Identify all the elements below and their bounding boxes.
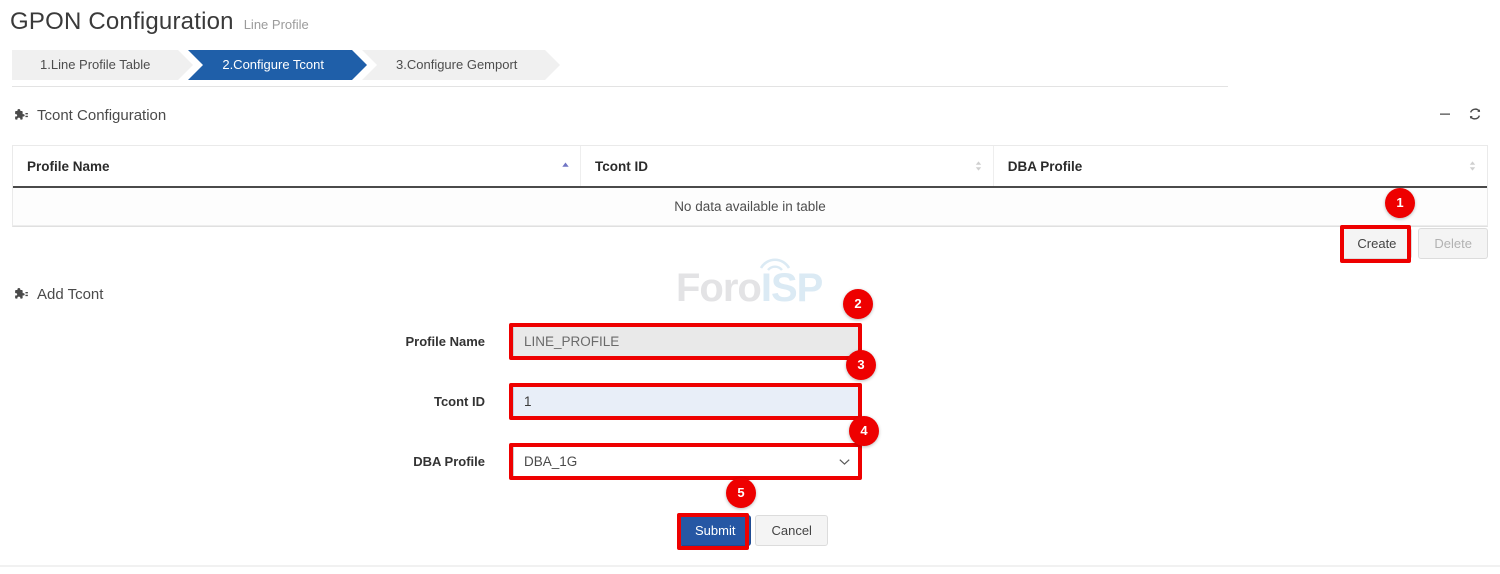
sort-ascending-icon <box>561 160 570 172</box>
page-subtitle: Line Profile <box>244 17 309 32</box>
column-header-profile-name[interactable]: Profile Name <box>13 146 580 187</box>
puzzle-piece-icon <box>14 108 29 123</box>
column-label: Tcont ID <box>595 159 648 174</box>
section-title: Add Tcont <box>37 286 103 303</box>
column-header-tcont-id[interactable]: Tcont ID <box>580 146 993 187</box>
cancel-button[interactable]: Cancel <box>755 515 827 546</box>
tcont-configuration-header: Tcont Configuration <box>14 107 166 124</box>
watermark-foroisp: ForoISP <box>676 266 822 311</box>
sort-none-icon <box>974 160 983 172</box>
page-header: GPON Configuration Line Profile <box>10 8 309 36</box>
tcont-id-input[interactable] <box>513 385 861 418</box>
add-tcont-header: Add Tcont <box>14 286 103 303</box>
form-row-profile-name: Profile Name <box>373 325 861 358</box>
create-button[interactable]: Create <box>1341 228 1412 259</box>
table-action-buttons: Create Delete <box>1341 228 1488 259</box>
annotation-badge-2: 2 <box>843 289 873 319</box>
profile-name-input[interactable] <box>513 325 861 358</box>
puzzle-piece-icon <box>14 287 29 302</box>
dba-profile-label: DBA Profile <box>373 454 513 469</box>
delete-button[interactable]: Delete <box>1418 228 1488 259</box>
minimize-icon[interactable] <box>1438 107 1452 121</box>
step-configure-gemport[interactable]: 3.Configure Gemport <box>362 50 545 80</box>
column-label: DBA Profile <box>1008 159 1083 174</box>
table-empty-row: No data available in table <box>13 187 1487 225</box>
annotation-badge-4: 4 <box>849 416 879 446</box>
form-row-dba-profile: DBA Profile DBA_1G <box>373 445 861 478</box>
tcont-id-label: Tcont ID <box>373 394 513 409</box>
page-title: GPON Configuration <box>10 8 234 36</box>
refresh-icon[interactable] <box>1468 107 1482 121</box>
watermark-part1: Foro <box>676 266 761 310</box>
submit-button[interactable]: Submit <box>679 515 751 546</box>
bottom-divider <box>0 565 1500 567</box>
column-header-dba-profile[interactable]: DBA Profile <box>993 146 1487 187</box>
form-buttons: Submit Cancel <box>679 515 828 546</box>
step-configure-tcont[interactable]: 2.Configure Tcont <box>188 50 352 80</box>
stepper-divider <box>12 86 1228 87</box>
profile-name-label: Profile Name <box>373 334 513 349</box>
watermark-part2: ISP <box>761 266 822 310</box>
tcont-table: Profile Name Tcont ID DBA Profile <box>12 145 1488 227</box>
column-label: Profile Name <box>27 159 110 174</box>
step-label: 3.Configure Gemport <box>396 57 517 72</box>
sort-none-icon <box>1468 160 1477 172</box>
wizard-stepper: 1.Line Profile Table 2.Configure Tcont 3… <box>12 50 555 80</box>
form-row-tcont-id: Tcont ID <box>373 385 861 418</box>
table-header-row: Profile Name Tcont ID DBA Profile <box>13 146 1487 187</box>
step-line-profile-table[interactable]: 1.Line Profile Table <box>12 50 178 80</box>
step-label: 2.Configure Tcont <box>222 57 324 72</box>
panel-tools <box>1438 107 1482 121</box>
watermark-signal-icon <box>758 252 792 272</box>
annotation-badge-5: 5 <box>726 478 756 508</box>
step-label: 1.Line Profile Table <box>40 57 150 72</box>
table-empty-message: No data available in table <box>13 187 1487 225</box>
dba-profile-select[interactable]: DBA_1G <box>513 445 861 478</box>
section-title: Tcont Configuration <box>37 107 166 124</box>
